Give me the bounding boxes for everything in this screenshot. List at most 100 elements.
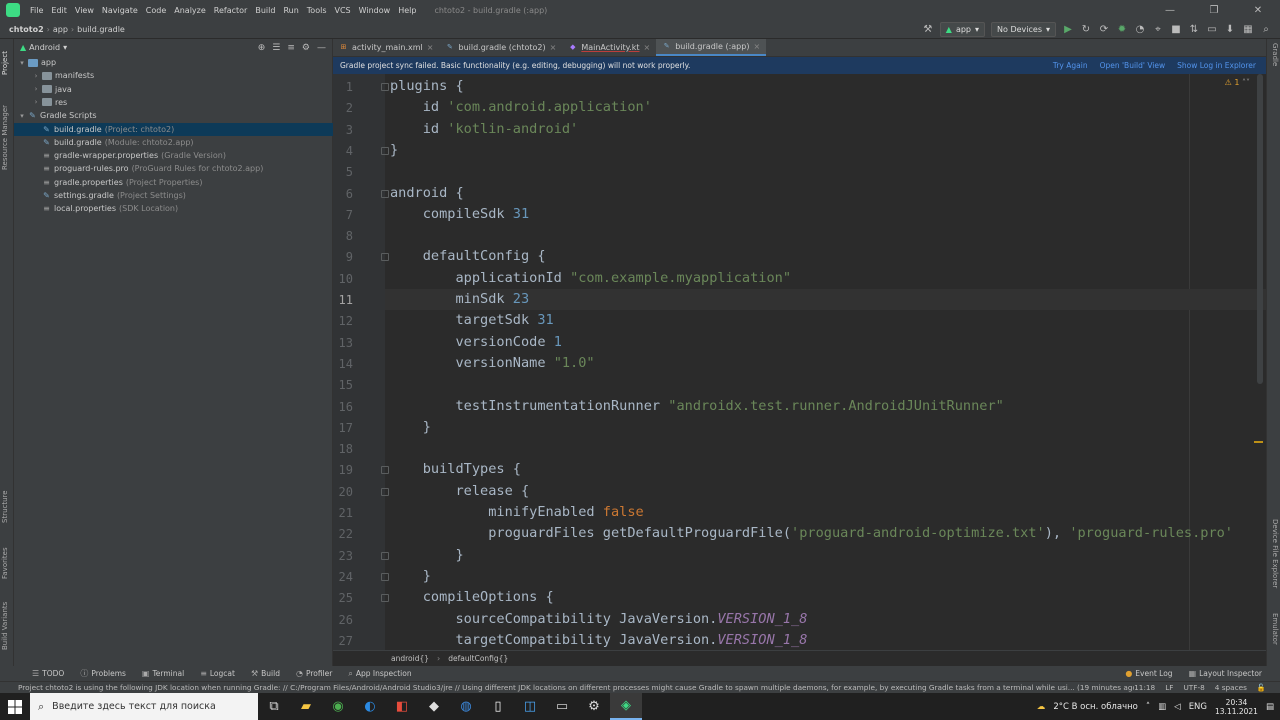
chevron-up-icon[interactable]: ˄ — [1146, 702, 1150, 712]
fold-marker-icon[interactable] — [381, 466, 389, 475]
menu-tools[interactable]: Tools — [303, 6, 331, 15]
editor-tab[interactable]: ✎ build.gradle (chtoto2) × — [439, 39, 562, 56]
expand-all-icon[interactable]: ☰ — [272, 43, 280, 53]
tree-item[interactable]: › res — [14, 96, 333, 109]
app-window-icon[interactable]: ▭ — [546, 693, 578, 720]
chevron-right-icon[interactable]: › — [32, 85, 40, 93]
tool-window-todo[interactable]: ☰ TODO — [24, 669, 72, 678]
code-editor[interactable]: 1 2 3 4 5 6 7 8 9 10 11 12 13 14 15 16 17 18 19 20 21 22 23 24 2… — [333, 74, 1266, 650]
warning-indicator[interactable]: ⚠ 1 ˄˅ — [1225, 78, 1250, 87]
tool-tab-gradle[interactable]: Gradle — [1267, 43, 1279, 83]
minimize-icon[interactable]: — — [1148, 0, 1192, 20]
close-tab-icon[interactable]: × — [753, 42, 760, 51]
code-line[interactable]: proguardFiles getDefaultProguardFile('pr… — [390, 523, 1233, 544]
tree-item[interactable]: ≡ local.properties (SDK Location) — [14, 202, 333, 215]
notepad-icon[interactable]: ▯ — [482, 693, 514, 720]
tool-window-logcat[interactable]: ≡ Logcat — [192, 669, 243, 678]
code-line[interactable]: } — [390, 140, 398, 161]
fold-marker-icon[interactable] — [381, 253, 389, 262]
close-tab-icon[interactable]: × — [427, 43, 434, 52]
tool-tab-favorites[interactable]: Favorites — [1, 541, 13, 585]
weather-text[interactable]: 2°C В осн. облачно — [1053, 702, 1138, 712]
apply-changes-icon[interactable]: ↻ — [1080, 24, 1092, 36]
profile-icon[interactable]: ◔ — [1134, 24, 1146, 36]
code-line[interactable]: } — [390, 545, 463, 566]
chevron-down-icon[interactable]: ▾ — [18, 112, 26, 120]
fold-marker-icon[interactable] — [381, 189, 389, 198]
app-circle-icon[interactable]: ◍ — [450, 693, 482, 720]
breadcrumb-file[interactable]: build.gradle — [74, 25, 128, 34]
tool-tab-project[interactable]: Project — [1, 43, 13, 83]
collapse-all-icon[interactable]: ≡ — [287, 43, 295, 53]
gradle-sync-icon[interactable]: ⇅ — [1188, 24, 1200, 36]
tree-item[interactable]: ≡ gradle.properties (Project Properties) — [14, 176, 333, 189]
device-dropdown[interactable]: No Devices ▾ — [991, 22, 1056, 37]
code-line[interactable]: release { — [390, 481, 529, 502]
tool-window-event-log[interactable]: ● Event Log — [1117, 669, 1180, 678]
code-line[interactable]: minifyEnabled false — [390, 502, 644, 523]
code-crumb-defaultconfig[interactable]: defaultConfig{} — [448, 654, 508, 663]
breadcrumb-module[interactable]: app — [50, 25, 71, 34]
tool-tab-resource-manager[interactable]: Resource Manager — [1, 95, 13, 179]
tool-window-profiler[interactable]: ◔ Profiler — [288, 669, 340, 678]
run-config-dropdown[interactable]: ▲ app ▾ — [939, 22, 986, 37]
code-line[interactable]: android { — [390, 183, 464, 204]
file-explorer-icon[interactable]: ▰ — [290, 693, 322, 720]
code-line[interactable]: id 'com.android.application' — [390, 97, 652, 118]
close-icon[interactable]: ✕ — [1236, 0, 1280, 20]
code-line[interactable]: defaultConfig { — [390, 246, 546, 267]
run-icon[interactable]: ▶ — [1062, 24, 1074, 36]
chevron-down-icon[interactable]: ▾ — [18, 59, 26, 67]
locate-file-icon[interactable]: ⊕ — [258, 43, 266, 53]
layout-inspector-icon[interactable]: ▦ — [1242, 24, 1254, 36]
apply-code-changes-icon[interactable]: ⟳ — [1098, 24, 1110, 36]
breadcrumb-project[interactable]: chtoto2 — [6, 25, 47, 34]
code-line[interactable]: targetCompatibility JavaVersion.VERSION_… — [390, 630, 807, 650]
editor-tab[interactable]: ⊞ activity_main.xml × — [333, 39, 439, 56]
fold-marker-icon[interactable] — [381, 487, 389, 496]
edge-icon[interactable]: ◐ — [354, 693, 386, 720]
taskbar-search[interactable]: ⌕ Введите здесь текст для поиска — [30, 693, 258, 720]
menu-help[interactable]: Help — [394, 6, 420, 15]
tree-item[interactable]: › java — [14, 83, 333, 96]
code-line[interactable]: versionCode 1 — [390, 332, 561, 353]
language-indicator[interactable]: ENG — [1189, 702, 1207, 712]
android-studio-taskbar-icon[interactable]: ◈ — [610, 693, 642, 720]
tree-item[interactable]: ✎ settings.gradle (Project Settings) — [14, 189, 333, 202]
menu-build[interactable]: Build — [251, 6, 279, 15]
tool-window-app-inspection[interactable]: ⌕ App Inspection — [340, 669, 419, 679]
tree-item[interactable]: ≡ proguard-rules.pro (ProGuard Rules for c… — [14, 162, 333, 175]
tool-tab-emulator[interactable]: Emulator — [1267, 613, 1279, 661]
avd-manager-icon[interactable]: ▭ — [1206, 24, 1218, 36]
app-cube-icon[interactable]: ◆ — [418, 693, 450, 720]
chevron-right-icon[interactable]: › — [32, 72, 40, 80]
tool-tab-device-file-explorer[interactable]: Device File Explorer — [1267, 519, 1279, 603]
code-line[interactable]: sourceCompatibility JavaVersion.VERSION_… — [390, 609, 807, 630]
notifications-icon[interactable]: ▤ — [1266, 702, 1274, 712]
code-line[interactable]: } — [390, 566, 431, 587]
try-again-link[interactable]: Try Again — [1053, 61, 1088, 70]
menu-run[interactable]: Run — [279, 6, 302, 15]
clock[interactable]: 20:34 13.11.2021 — [1215, 698, 1258, 716]
volume-icon[interactable]: ◁ — [1174, 702, 1181, 712]
office-icon[interactable]: ◧ — [386, 693, 418, 720]
fold-marker-icon[interactable] — [381, 83, 389, 91]
code-line[interactable]: testInstrumentationRunner "androidx.test… — [390, 396, 1003, 417]
menu-vcs[interactable]: VCS — [331, 6, 355, 15]
sdk-manager-icon[interactable]: ⬇ — [1224, 24, 1236, 36]
settings-gear-icon[interactable]: ⚙ — [578, 693, 610, 720]
tree-item[interactable]: › manifests — [14, 69, 333, 82]
menu-view[interactable]: View — [71, 6, 98, 15]
app-square-icon[interactable]: ◫ — [514, 693, 546, 720]
tool-window-build[interactable]: ⚒ Build — [243, 669, 288, 678]
code-line[interactable]: minSdk 23 — [390, 289, 529, 310]
attach-debugger-icon[interactable]: ⌖ — [1152, 24, 1164, 36]
tree-item[interactable]: ≡ gradle-wrapper.properties (Gradle Versio… — [14, 149, 333, 162]
chevron-down-icon[interactable]: ▾ — [63, 43, 67, 52]
fold-marker-icon[interactable] — [381, 146, 389, 155]
editor-scrollbar[interactable] — [1254, 74, 1264, 650]
windows-start-icon[interactable] — [0, 693, 30, 720]
code-line[interactable]: plugins { — [390, 76, 464, 97]
menu-file[interactable]: File — [26, 6, 47, 15]
task-view-icon[interactable]: ⧉ — [258, 693, 290, 720]
